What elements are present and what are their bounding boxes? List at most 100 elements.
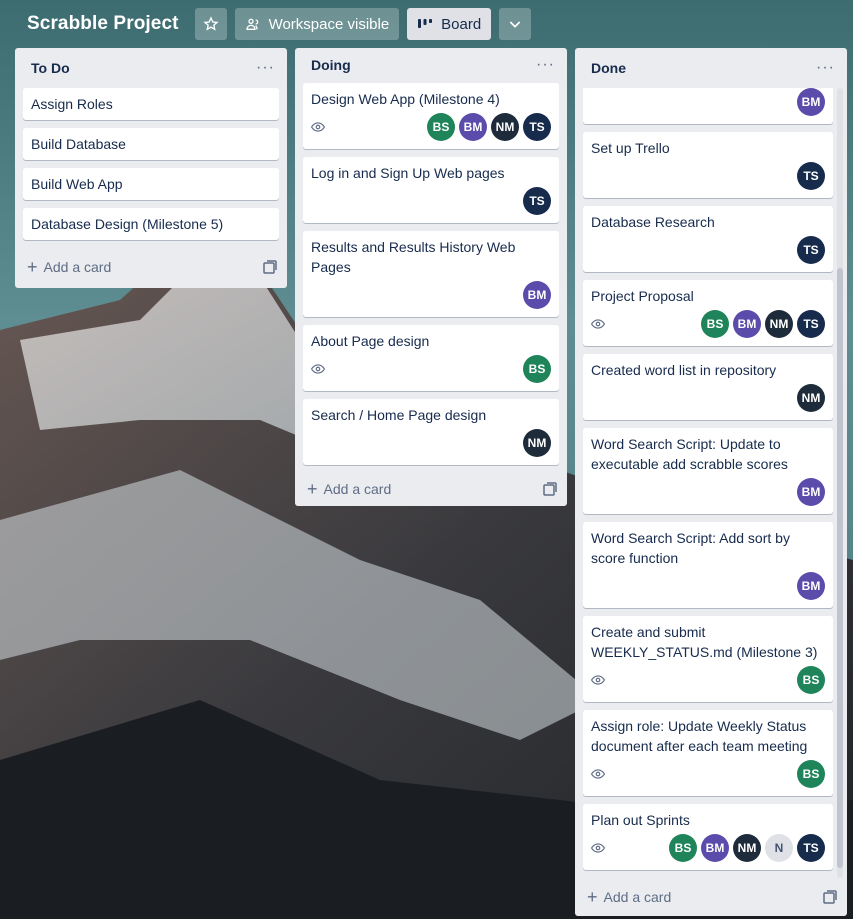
card[interactable]: Word Search Script: Add sort by score fu… <box>583 522 833 608</box>
list-menu-icon[interactable]: ··· <box>816 60 835 76</box>
card-members: BM <box>523 280 551 309</box>
card-template-icon[interactable] <box>823 890 837 904</box>
list-menu-icon[interactable]: ··· <box>256 60 275 76</box>
card-list: Design Web App (Milestone 4) BS BM NM TS Log … <box>295 82 567 473</box>
card[interactable]: Project Proposal BS BM NM TS <box>583 280 833 346</box>
card-template-icon[interactable] <box>263 260 277 274</box>
avatar[interactable]: BM <box>797 478 825 506</box>
card-members: BS <box>797 760 825 788</box>
card-members: NM <box>797 384 825 412</box>
watch-icon <box>311 361 327 377</box>
card[interactable]: Assign role: Update Weekly Status docume… <box>583 710 833 796</box>
plus-icon: + <box>307 479 318 500</box>
card-title: Created word list in repository <box>591 362 777 378</box>
avatar[interactable]: TS <box>523 186 551 215</box>
add-card-button[interactable]: + Add a card <box>295 473 567 506</box>
card-members: TS <box>797 162 825 190</box>
card-badges: NM <box>591 384 825 412</box>
card-template-icon[interactable] <box>543 482 557 497</box>
list-title[interactable]: Done <box>591 60 626 76</box>
list-title[interactable]: Doing <box>311 57 351 73</box>
board-view-icon <box>417 17 433 31</box>
card[interactable]: Create and submit WEEKLY_STATUS.md (Mile… <box>583 616 833 702</box>
card[interactable]: About Page design BS <box>303 324 559 391</box>
board-title[interactable]: Scrabble Project <box>27 13 179 35</box>
card[interactable]: Design Web App (Milestone 4) BS BM NM TS <box>303 82 559 149</box>
list-menu-icon[interactable]: ··· <box>536 57 555 73</box>
card-badges: BM <box>591 88 825 116</box>
card[interactable]: Database Research TS <box>583 206 833 272</box>
list-header: Done ··· <box>575 48 847 88</box>
avatar[interactable]: BM <box>797 572 825 600</box>
list-header: Doing ··· <box>295 48 567 83</box>
avatar[interactable]: NM <box>797 384 825 412</box>
card-badges: BS BM NM N TS <box>591 834 825 862</box>
board-view-label: Board <box>441 15 482 33</box>
card[interactable]: Word Search Script: Update to executable… <box>583 428 833 514</box>
card[interactable]: Set up Trello TS <box>583 132 833 198</box>
board-view-button[interactable]: Board <box>407 8 492 40</box>
avatar[interactable]: TS <box>523 112 551 141</box>
card[interactable]: Build Database <box>23 128 279 160</box>
avatar[interactable]: BM <box>459 112 487 141</box>
people-icon <box>245 16 261 32</box>
card-title: Log in and Sign Up Web pages <box>311 164 505 181</box>
star-button[interactable] <box>194 8 227 40</box>
list-title[interactable]: To Do <box>31 60 70 76</box>
watch-icon <box>591 316 607 332</box>
avatar[interactable]: TS <box>797 310 825 338</box>
card-title: Design Web App (Milestone 4) <box>311 90 500 107</box>
scrollbar-thumb[interactable] <box>837 268 843 868</box>
avatar[interactable]: N <box>765 834 793 862</box>
card-title: Assign role: Update Weekly Status docume… <box>591 718 808 754</box>
avatar[interactable]: BM <box>733 310 761 338</box>
avatar[interactable]: BS <box>797 666 825 694</box>
card-badges: BM <box>591 572 825 600</box>
avatar[interactable]: NM <box>523 428 551 457</box>
card[interactable]: Build Web App <box>23 168 279 200</box>
card[interactable]: Created word list in repository NM <box>583 354 833 420</box>
card[interactable]: Plan out Sprints BS BM NM N TS <box>583 804 833 870</box>
avatar[interactable]: TS <box>797 162 825 190</box>
views-dropdown-button[interactable] <box>499 8 532 40</box>
avatar[interactable]: TS <box>797 834 825 862</box>
card-list: Assign Roles Build Database Build Web Ap… <box>15 88 287 248</box>
done-scroll-area[interactable]: Script to Check for Word in ListBM Set up… <box>575 88 847 878</box>
list-doing: Doing ··· Design Web App (Milestone 4) BS… <box>295 48 567 506</box>
card-badges: BM <box>591 478 825 506</box>
avatar[interactable]: BS <box>523 354 551 383</box>
card-members: BS BM NM TS <box>701 310 825 338</box>
card[interactable]: Search / Home Page design NM <box>303 398 559 465</box>
card[interactable]: Script to Check for Word in ListBM <box>583 88 833 124</box>
star-icon <box>202 16 219 31</box>
add-card-button[interactable]: + Add a card <box>15 248 287 286</box>
avatar[interactable]: BM <box>523 280 551 309</box>
visibility-button[interactable]: Workspace visible <box>234 8 400 40</box>
card-title: Plan out Sprints <box>591 812 690 828</box>
avatar[interactable]: BM <box>797 88 825 116</box>
watch-icon <box>591 672 607 688</box>
card[interactable]: Results and Results History Web Pages BM <box>303 230 559 317</box>
card[interactable]: Database Design (Milestone 5) <box>23 208 279 240</box>
add-card-button[interactable]: + Add a card <box>575 878 847 916</box>
card-members: BM <box>797 478 825 506</box>
avatar[interactable]: BS <box>797 760 825 788</box>
scrollbar[interactable] <box>837 88 843 878</box>
avatar[interactable]: TS <box>797 236 825 264</box>
card-badges: BS <box>311 354 551 383</box>
card-title: Set up Trello <box>591 140 670 156</box>
list-header: To Do ··· <box>15 48 287 88</box>
avatar[interactable]: BM <box>701 834 729 862</box>
card-members: NM <box>523 428 551 457</box>
chevron-down-icon <box>509 21 521 28</box>
avatar[interactable]: BS <box>427 112 455 141</box>
avatar[interactable]: NM <box>733 834 761 862</box>
add-card-label: Add a card <box>603 889 672 905</box>
card[interactable]: Assign Roles <box>23 88 279 120</box>
card[interactable]: Log in and Sign Up Web pages TS <box>303 156 559 223</box>
avatar[interactable]: BS <box>669 834 697 862</box>
avatar[interactable]: BS <box>701 310 729 338</box>
avatar[interactable]: NM <box>765 310 793 338</box>
card-members: TS <box>523 186 551 215</box>
avatar[interactable]: NM <box>491 112 519 141</box>
